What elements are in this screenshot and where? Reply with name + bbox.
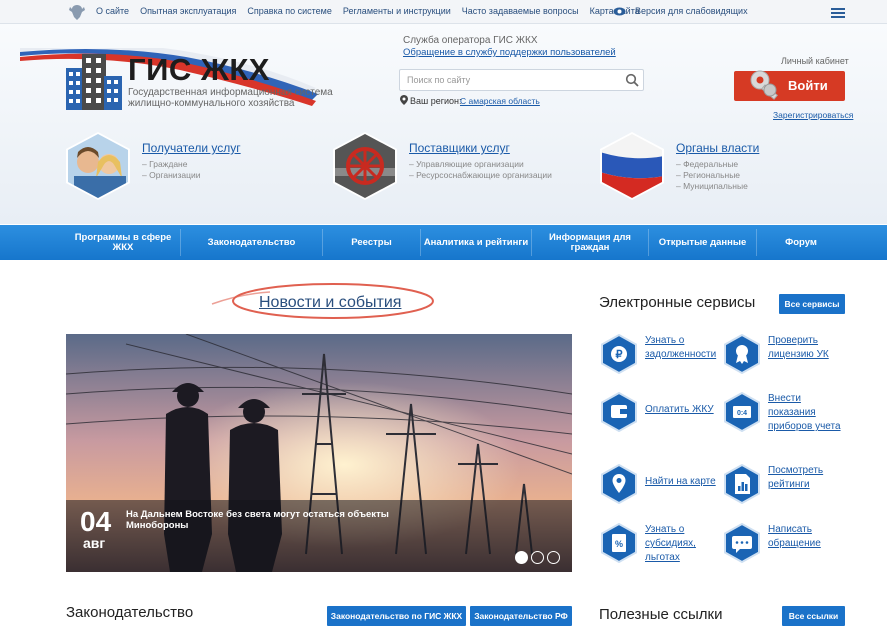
group-title[interactable]: Поставщики услуг — [409, 141, 510, 155]
group-title[interactable]: Органы власти — [676, 141, 759, 155]
region-label: Ваш регион: — [410, 96, 462, 106]
nav-analytics[interactable]: Аналитика и рейтинги — [421, 225, 531, 260]
providers-photo — [333, 132, 397, 200]
logo-title[interactable]: ГИС ЖКХ — [128, 52, 270, 88]
top-link-about[interactable]: О сайте — [96, 6, 129, 16]
keys-icon — [750, 70, 778, 100]
chat-bubble-icon — [724, 523, 760, 563]
percent-document-icon: % — [601, 523, 637, 563]
hamburger-menu-icon[interactable] — [831, 8, 845, 18]
service-label[interactable]: Посмотреть рейтинги — [768, 464, 848, 492]
cabinet-label: Личный кабинет — [781, 56, 849, 66]
group-subitem[interactable]: – Региональные — [676, 170, 748, 181]
coat-of-arms-icon — [69, 5, 85, 20]
news-date-day: 04 — [80, 506, 112, 537]
services-title: Электронные сервисы — [599, 294, 756, 311]
group-title[interactable]: Получатели услуг — [142, 141, 241, 155]
news-slider[interactable]: 04 авг На Дальнем Востоке без света могу… — [66, 334, 572, 572]
svg-text:%: % — [615, 539, 623, 549]
service-label[interactable]: Узнать о задолженности — [645, 334, 725, 362]
nav-citizens-info[interactable]: Информация для граждан — [532, 225, 648, 260]
group-subitems: – Управляющие организации – Ресурсоснабж… — [409, 159, 552, 181]
top-link-faq[interactable]: Часто задаваемые вопросы — [462, 6, 579, 16]
group-subitem[interactable]: – Муниципальные — [676, 181, 748, 192]
ruble-icon: ₽ — [601, 334, 637, 374]
search-icon[interactable] — [625, 73, 639, 87]
group-subitem[interactable]: – Организации — [142, 170, 201, 181]
logo-subtitle: Государственная информационная система ж… — [128, 87, 333, 109]
svg-text:0:4: 0:4 — [737, 410, 747, 417]
search-input[interactable] — [400, 70, 610, 90]
top-link-help[interactable]: Справка по системе — [247, 6, 331, 16]
operator-label: Служба оператора ГИС ЖКХ — [403, 35, 538, 46]
nav-open-data[interactable]: Открытые данные — [649, 225, 756, 260]
service-label[interactable]: Оплатить ЖКУ — [645, 403, 725, 417]
group-subitem[interactable]: – Ресурсоснабжающие организации — [409, 170, 552, 181]
nav-legislation[interactable]: Законодательство — [181, 225, 322, 260]
all-links-button[interactable]: Все ссылки — [782, 606, 845, 626]
login-button[interactable]: Войти — [734, 70, 845, 101]
nav-forum[interactable]: Форум — [757, 225, 845, 260]
group-subitem[interactable]: – Управляющие организации — [409, 159, 552, 170]
top-links: О сайте Опытная эксплуатация Справка по … — [96, 6, 640, 16]
slider-dot[interactable] — [515, 551, 528, 564]
news-section-title[interactable]: Новости и события — [259, 294, 401, 312]
service-label[interactable]: Внести показания приборов учета — [768, 392, 848, 434]
register-link[interactable]: Зарегистрироваться — [773, 110, 853, 120]
service-label[interactable]: Проверить лицензию УК — [768, 334, 848, 362]
support-link[interactable]: Обращение в службу поддержки пользовател… — [403, 47, 616, 58]
slider-dot[interactable] — [547, 551, 560, 564]
accessible-version-link[interactable]: Версия для слабовидящих — [635, 6, 748, 16]
login-label: Войти — [788, 78, 828, 93]
slider-dots — [515, 551, 560, 564]
service-label[interactable]: Написать обращение — [768, 523, 848, 551]
nav-registries[interactable]: Реестры — [323, 225, 420, 260]
service-label[interactable]: Найти на карте — [645, 475, 725, 489]
useful-links-title: Полезные ссылки — [599, 606, 723, 623]
russian-flag-image — [600, 132, 664, 200]
top-link-regulations[interactable]: Регламенты и инструкции — [343, 6, 451, 16]
nav-programs[interactable]: Программы в сфере ЖКХ — [66, 225, 180, 260]
location-pin-icon — [400, 95, 408, 105]
eye-icon — [613, 7, 626, 16]
meter-icon: 0:4 — [724, 392, 760, 432]
recipients-photo — [66, 132, 130, 200]
svg-text:₽: ₽ — [616, 349, 623, 361]
service-label[interactable]: Узнать о субсидиях, льготах — [645, 523, 725, 565]
legislation-title: Законодательство — [66, 604, 194, 621]
all-services-button[interactable]: Все сервисы — [779, 294, 845, 314]
slider-dot[interactable] — [531, 551, 544, 564]
main-navigation: Программы в сфере ЖКХ Законодательство Р… — [0, 225, 887, 260]
award-icon — [724, 334, 760, 374]
top-link-trial[interactable]: Опытная эксплуатация — [140, 6, 236, 16]
news-caption[interactable]: На Дальнем Востоке без света могут остат… — [126, 509, 426, 531]
search-box — [399, 69, 644, 91]
region-link[interactable]: С амарская область — [460, 96, 540, 106]
legislation-rf-button[interactable]: Законодательство РФ — [470, 606, 572, 626]
wallet-icon — [601, 392, 637, 432]
group-subitem[interactable]: – Федеральные — [676, 159, 748, 170]
group-subitem[interactable]: – Граждане — [142, 159, 201, 170]
legislation-gis-button[interactable]: Законодательство по ГИС ЖКХ — [327, 606, 466, 626]
group-subitems: – Граждане – Организации — [142, 159, 201, 181]
top-bar: О сайте Опытная эксплуатация Справка по … — [0, 0, 887, 24]
logo-building-icon — [66, 54, 122, 110]
news-date-month: авг — [83, 535, 106, 551]
map-pin-icon — [601, 464, 637, 504]
document-chart-icon — [724, 464, 760, 504]
group-subitems: – Федеральные – Региональные – Муниципал… — [676, 159, 748, 192]
